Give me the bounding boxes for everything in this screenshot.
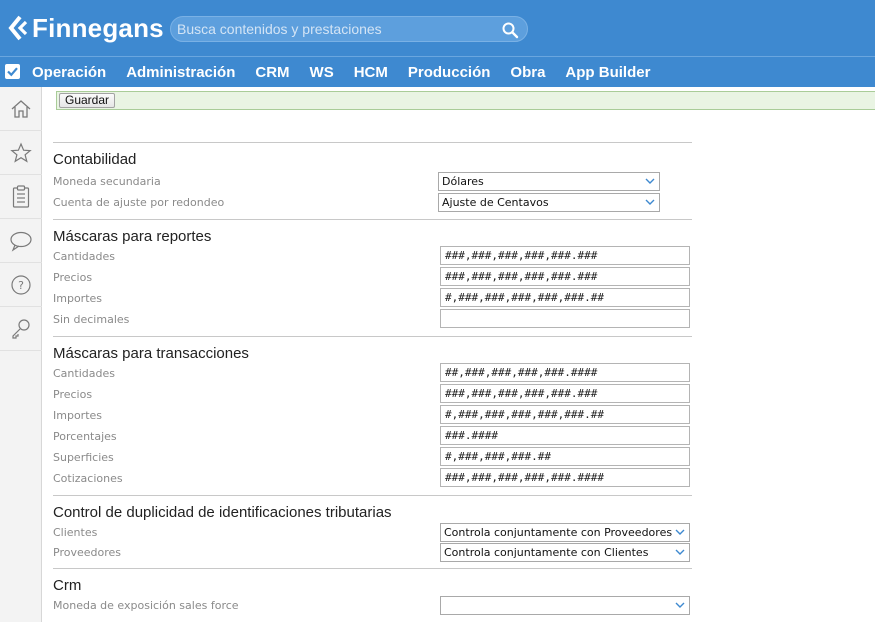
search-icon[interactable] <box>501 21 519 39</box>
label-rep-precios: Precios <box>53 271 93 284</box>
top-header: Finnegans <box>0 0 875 56</box>
label-trx-superficies: Superficies <box>53 451 114 464</box>
select-cuenta-ajuste[interactable]: Ajuste de Centavos <box>438 193 660 212</box>
chevron-down-icon <box>645 199 655 205</box>
left-sidebar: ? <box>0 87 42 622</box>
section-title-contabilidad: Contabilidad <box>53 151 137 168</box>
help-icon: ? <box>11 274 31 295</box>
sidebar-favorites[interactable] <box>0 131 42 175</box>
select-moneda-secundaria[interactable]: Dólares <box>438 172 660 191</box>
svg-text:?: ? <box>18 279 24 292</box>
input-trx-precios[interactable] <box>440 384 690 403</box>
input-trx-porcentajes[interactable] <box>440 426 690 445</box>
brand-name: Finnegans <box>32 12 164 43</box>
chevron-down-icon <box>675 602 685 608</box>
main-menu-bar: Operación Administración CRM WS HCM Prod… <box>0 56 875 87</box>
select-moneda-secundaria-value: Dólares <box>442 175 484 188</box>
search-box <box>170 16 528 42</box>
section-divider <box>53 219 692 220</box>
input-trx-importes[interactable] <box>440 405 690 424</box>
section-title-mascaras-transacciones: Máscaras para transacciones <box>53 345 249 362</box>
input-rep-sin-decimales[interactable] <box>440 309 690 328</box>
menu-item-app-builder[interactable]: App Builder <box>565 64 650 81</box>
sidebar-messages[interactable] <box>0 219 42 263</box>
label-cuenta-ajuste: Cuenta de ajuste por redondeo <box>53 196 225 209</box>
select-clientes-value: Controla conjuntamente con Proveedores <box>444 526 673 539</box>
chevron-down-icon <box>675 529 685 535</box>
menu-item-operacion[interactable]: Operación <box>32 64 106 81</box>
menu-item-obra[interactable]: Obra <box>510 64 545 81</box>
sidebar-home[interactable] <box>0 87 42 131</box>
menu-item-ws[interactable]: WS <box>310 64 334 81</box>
sidebar-tasks[interactable] <box>0 175 42 219</box>
label-trx-cantidades: Cantidades <box>53 367 115 380</box>
select-proveedores-value: Controla conjuntamente con Clientes <box>444 546 649 559</box>
label-trx-porcentajes: Porcentajes <box>53 430 117 443</box>
label-proveedores: Proveedores <box>53 546 121 559</box>
input-trx-cotizaciones[interactable] <box>440 468 690 487</box>
save-button[interactable]: Guardar <box>59 93 116 108</box>
star-icon <box>10 141 32 163</box>
input-rep-precios[interactable] <box>440 267 690 286</box>
select-proveedores[interactable]: Controla conjuntamente con Clientes <box>440 543 690 562</box>
select-moneda-sales-force[interactable] <box>440 596 690 615</box>
chat-icon <box>10 231 32 252</box>
home-icon <box>11 99 31 118</box>
input-trx-cantidades[interactable] <box>440 363 690 382</box>
label-clientes: Clientes <box>53 526 98 539</box>
label-moneda-sales-force: Moneda de exposición sales force <box>53 599 239 612</box>
form-toolbar: Guardar <box>56 91 875 110</box>
finnegans-logo-icon <box>8 15 28 41</box>
label-trx-importes: Importes <box>53 409 103 422</box>
section-divider <box>53 568 692 569</box>
menu-toggle-icon[interactable] <box>5 64 20 79</box>
select-clientes[interactable]: Controla conjuntamente con Proveedores <box>440 523 690 542</box>
menu-item-crm[interactable]: CRM <box>255 64 289 81</box>
label-trx-precios: Precios <box>53 388 93 401</box>
sidebar-access[interactable] <box>0 307 42 351</box>
input-rep-importes[interactable] <box>440 288 690 307</box>
brand-logo[interactable]: Finnegans <box>8 12 164 44</box>
chevron-down-icon <box>645 178 655 184</box>
section-title-mascaras-reportes: Máscaras para reportes <box>53 228 212 245</box>
chevron-down-icon <box>675 549 685 555</box>
label-rep-sin-decimales: Sin decimales <box>53 313 130 326</box>
section-divider <box>53 336 692 337</box>
label-moneda-secundaria: Moneda secundaria <box>53 175 161 188</box>
menu-item-hcm[interactable]: HCM <box>354 64 388 81</box>
section-divider <box>53 142 692 143</box>
clipboard-icon <box>12 184 30 208</box>
input-rep-cantidades[interactable] <box>440 246 690 265</box>
input-trx-superficies[interactable] <box>440 447 690 466</box>
section-title-crm: Crm <box>53 577 82 594</box>
section-divider <box>53 495 692 496</box>
select-cuenta-ajuste-value: Ajuste de Centavos <box>442 196 549 209</box>
sidebar-help[interactable]: ? <box>0 263 42 307</box>
menu-item-administracion[interactable]: Administración <box>126 64 235 81</box>
label-trx-cotizaciones: Cotizaciones <box>53 472 123 485</box>
search-input[interactable] <box>177 20 497 38</box>
label-rep-importes: Importes <box>53 292 103 305</box>
key-icon <box>12 318 30 339</box>
label-rep-cantidades: Cantidades <box>53 250 115 263</box>
section-title-duplicidad: Control de duplicidad de identificacione… <box>53 504 392 521</box>
menu-item-produccion[interactable]: Producción <box>408 64 491 81</box>
